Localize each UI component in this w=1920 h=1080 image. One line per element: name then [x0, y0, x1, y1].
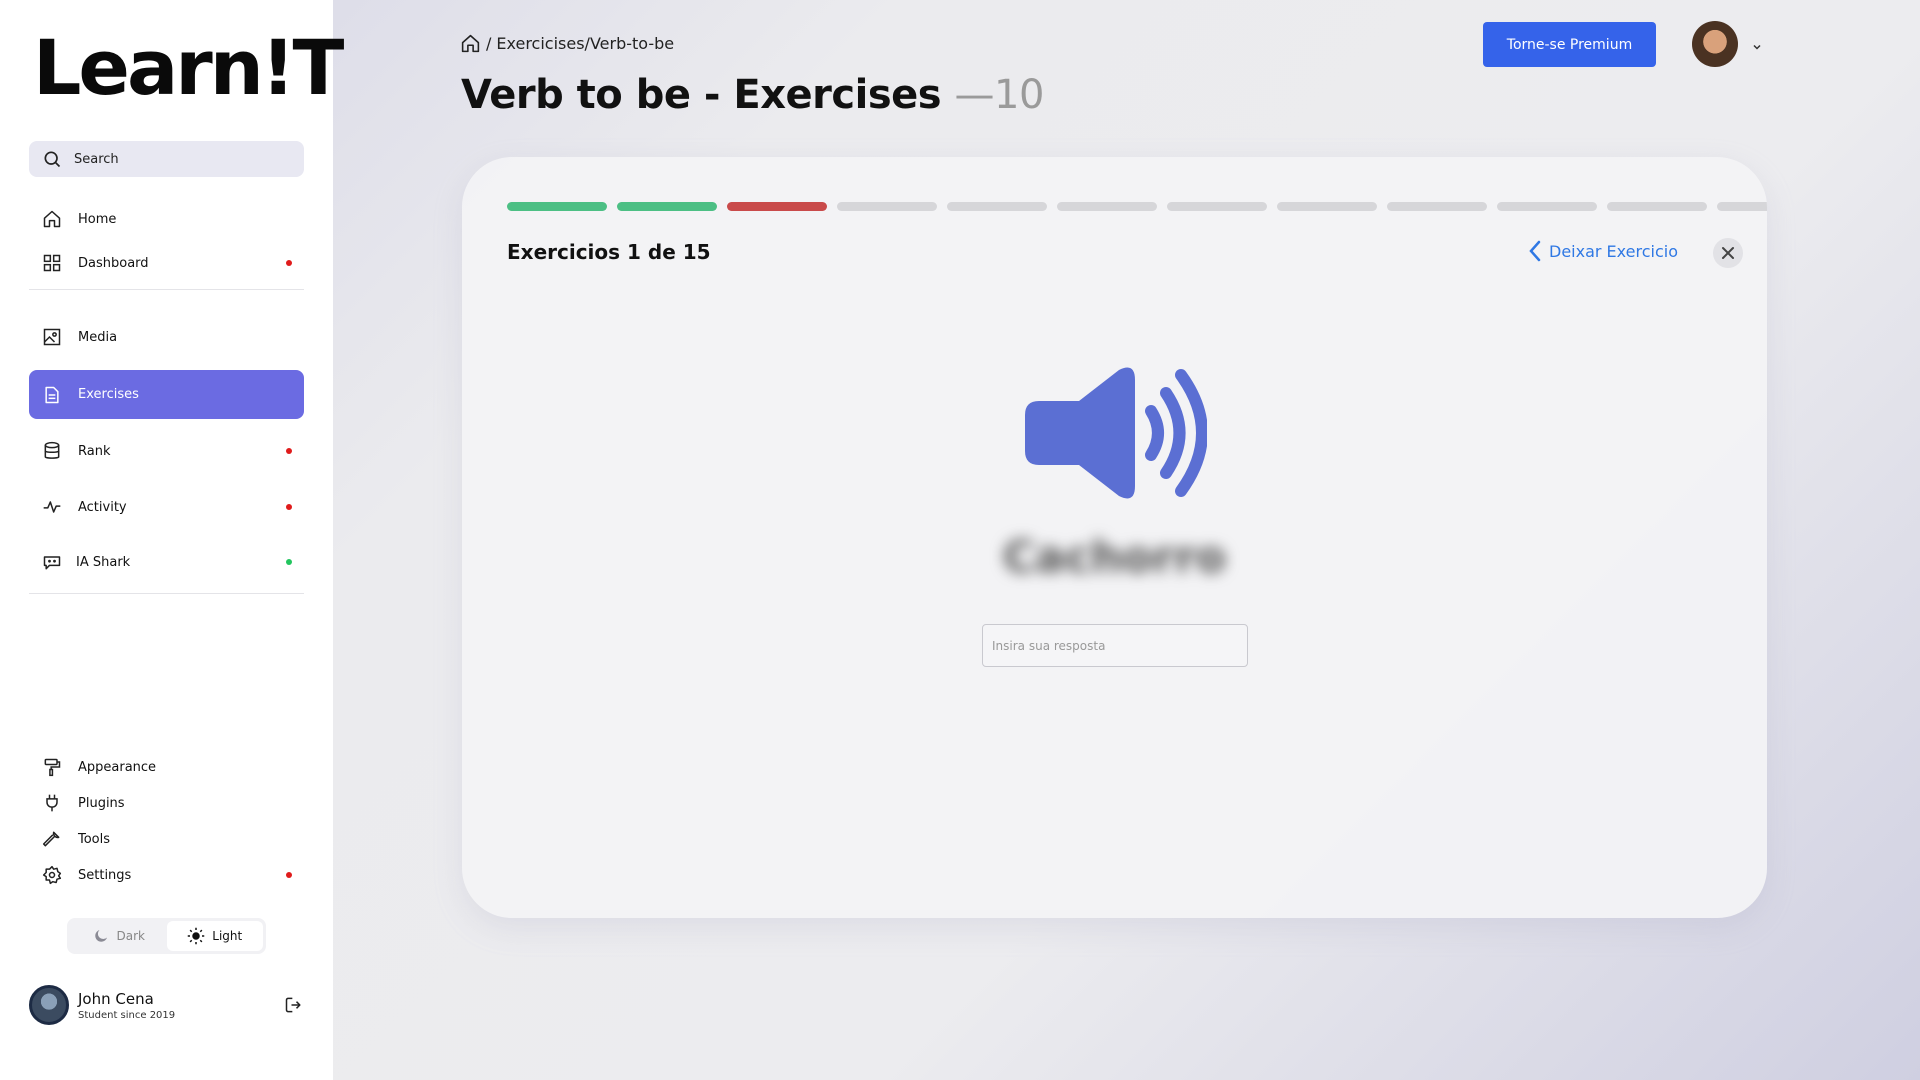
search-label: Search — [74, 151, 119, 167]
sidebar-item-label: Appearance — [78, 759, 157, 775]
chevron-left-icon — [1527, 240, 1543, 262]
premium-button[interactable]: Torne-se Premium — [1483, 22, 1656, 67]
sidebar-item-dashboard[interactable]: Dashboard — [29, 243, 304, 283]
notification-dot — [286, 504, 292, 510]
progress-segment — [1717, 202, 1767, 211]
activity-icon — [42, 497, 62, 517]
sidebar: Learn!T Search Home Dashboard Media Exer… — [0, 0, 344, 1080]
sidebar-item-label: Exercises — [78, 387, 139, 402]
exercise-total-count: —10 — [954, 72, 1045, 118]
grid-icon — [42, 253, 62, 273]
progress-segment — [617, 202, 717, 211]
theme-toggle: Dark Light — [67, 918, 266, 954]
progress-segment — [1607, 202, 1707, 211]
progress-segment — [837, 202, 937, 211]
exercise-card: Exercicios 1 de 15 Deixar Exercicio Cach… — [462, 157, 1767, 918]
notification-dot — [286, 448, 292, 454]
breadcrumb: / Exercicises/Verb-to-be — [460, 33, 674, 54]
exercise-progress-bar — [507, 202, 1767, 211]
user-subtitle: Student since 2019 — [78, 1009, 176, 1021]
theme-light-option[interactable]: Light — [166, 921, 263, 951]
notification-dot — [286, 872, 292, 878]
sidebar-item-label: Home — [78, 211, 117, 227]
sidebar-item-exercises[interactable]: Exercises — [29, 370, 304, 419]
sidebar-item-activity[interactable]: Activity — [29, 487, 304, 527]
divider — [29, 289, 304, 290]
speaker-volume-icon — [1021, 366, 1207, 500]
divider — [29, 593, 304, 594]
chevron-down-icon[interactable] — [1751, 38, 1763, 57]
sidebar-item-plugins[interactable]: Plugins — [29, 783, 304, 823]
breadcrumb-separator: / — [486, 34, 492, 53]
app-logo: Learn!T — [33, 23, 344, 112]
gear-icon — [42, 865, 62, 885]
sidebar-item-tools[interactable]: Tools — [29, 819, 304, 859]
notification-dot — [286, 260, 292, 266]
image-icon — [42, 327, 62, 347]
progress-segment — [1277, 202, 1377, 211]
wrench-icon — [42, 829, 62, 849]
leave-exercise-link[interactable]: Deixar Exercicio — [1527, 240, 1678, 262]
sidebar-item-label: Media — [78, 329, 118, 345]
breadcrumb-link[interactable]: Exercicises/Verb-to-be — [496, 34, 674, 53]
search-input[interactable]: Search — [29, 141, 304, 177]
sun-icon — [187, 927, 205, 945]
document-icon — [42, 385, 62, 405]
close-button[interactable] — [1713, 238, 1743, 268]
sidebar-item-label: Activity — [78, 499, 127, 515]
play-audio-button[interactable] — [1021, 366, 1207, 500]
sidebar-item-appearance[interactable]: Appearance — [29, 747, 304, 787]
moon-icon — [92, 927, 110, 945]
sidebar-item-ia-shark[interactable]: IA Shark — [29, 542, 304, 582]
logout-icon[interactable] — [284, 995, 304, 1019]
progress-segment — [1497, 202, 1597, 211]
page-title: Verb to be - Exercises —10 — [461, 72, 1044, 118]
sidebar-item-label: Rank — [78, 443, 111, 459]
sidebar-item-media[interactable]: Media — [29, 317, 304, 357]
database-icon — [42, 441, 62, 461]
plug-icon — [42, 793, 62, 813]
sidebar-item-label: Plugins — [78, 795, 125, 811]
sidebar-item-home[interactable]: Home — [29, 199, 304, 239]
sidebar-item-label: Dashboard — [78, 255, 149, 271]
sidebar-item-label: Tools — [78, 831, 111, 847]
hidden-word: Cachorro — [1002, 532, 1227, 583]
page-title-text: Verb to be - Exercises — [461, 72, 942, 118]
theme-light-label: Light — [212, 929, 243, 943]
leave-exercise-label: Deixar Exercicio — [1549, 241, 1678, 261]
theme-dark-option[interactable]: Dark — [70, 921, 167, 951]
progress-segment — [1167, 202, 1267, 211]
sidebar-item-label: Settings — [78, 867, 132, 883]
close-icon — [1721, 246, 1735, 260]
search-icon — [42, 149, 62, 169]
paint-roller-icon — [42, 757, 62, 777]
home-icon[interactable] — [460, 33, 481, 54]
answer-input[interactable] — [982, 624, 1248, 667]
progress-segment — [947, 202, 1047, 211]
progress-segment — [1387, 202, 1487, 211]
status-dot — [286, 559, 292, 565]
exercise-counter: Exercicios 1 de 15 — [507, 240, 711, 264]
sidebar-item-settings[interactable]: Settings — [29, 855, 304, 895]
home-icon — [42, 209, 62, 229]
theme-dark-label: Dark — [116, 929, 145, 943]
user-avatar[interactable] — [29, 985, 69, 1025]
profile-avatar[interactable] — [1692, 21, 1738, 67]
chat-bot-icon — [42, 552, 62, 572]
sidebar-item-rank[interactable]: Rank — [29, 431, 304, 471]
progress-segment — [1057, 202, 1157, 211]
sidebar-item-label: IA Shark — [76, 554, 131, 570]
progress-segment — [507, 202, 607, 211]
user-profile: John Cena Student since 2019 — [29, 984, 304, 1026]
progress-segment — [727, 202, 827, 211]
user-name: John Cena — [78, 989, 154, 1008]
